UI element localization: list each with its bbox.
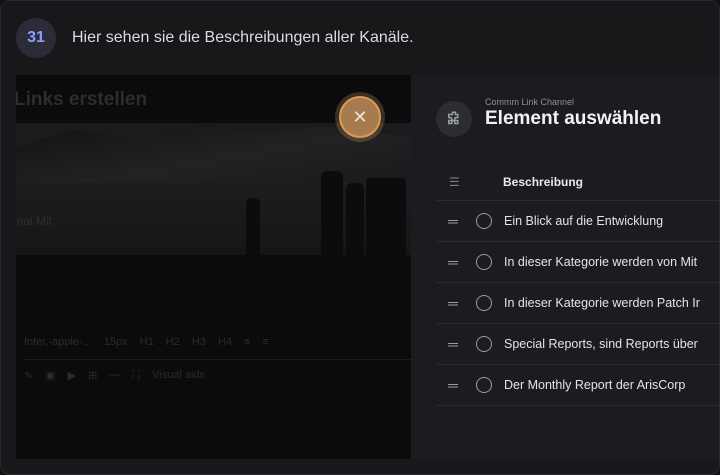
heading-2: H2 bbox=[165, 336, 180, 348]
panel-title: Element auswählen bbox=[485, 108, 662, 129]
select-element-panel: Commm Link Channel Element auswählen ☰ B… bbox=[411, 75, 719, 459]
heading-1: H1 bbox=[139, 336, 154, 348]
preview-image-figure bbox=[346, 183, 364, 255]
list-item-label: In dieser Kategorie werden Patch Ir bbox=[504, 296, 700, 310]
divider-icon: — bbox=[109, 369, 121, 381]
list-item[interactable]: ═ Der Monthly Report der ArisCorp bbox=[436, 365, 719, 406]
panel-supertitle: Commm Link Channel bbox=[485, 97, 575, 107]
preview-image bbox=[16, 123, 412, 255]
drag-handle-icon[interactable]: ═ bbox=[448, 213, 462, 229]
list-item-label: In dieser Kategorie werden von Mit bbox=[504, 255, 698, 269]
close-button[interactable]: ✕ bbox=[339, 96, 381, 138]
close-icon: ✕ bbox=[352, 106, 368, 127]
heading-3: H3 bbox=[191, 336, 206, 348]
align-center-icon: ≡ bbox=[262, 336, 269, 348]
expand-icon: ⛶ bbox=[132, 368, 141, 381]
list-item[interactable]: ═ Ein Blick auf die Entwicklung bbox=[436, 201, 719, 242]
list-item[interactable]: ═ Special Reports, sind Reports über bbox=[436, 324, 719, 365]
step-description: Hier sehen sie die Beschreibungen aller … bbox=[72, 29, 414, 46]
preview-image-figure bbox=[246, 198, 260, 255]
list-item-label: Der Monthly Report der ArisCorp bbox=[504, 378, 686, 392]
drag-handle-icon[interactable]: ═ bbox=[448, 295, 462, 311]
visual-aids-label: Visual aids bbox=[152, 369, 206, 381]
font-select: Inter,-apple-... bbox=[24, 336, 92, 348]
drag-handle-icon[interactable]: ═ bbox=[448, 336, 462, 352]
list-item-label: Special Reports, sind Reports über bbox=[504, 337, 698, 351]
preview-image-figure bbox=[321, 171, 343, 255]
radio-button[interactable] bbox=[476, 213, 492, 229]
video-icon: ▶ bbox=[67, 369, 77, 382]
sort-icon[interactable]: ☰ bbox=[449, 175, 463, 189]
image-icon: ▣ bbox=[45, 369, 56, 382]
drag-handle-icon[interactable]: ═ bbox=[448, 377, 462, 393]
column-header[interactable]: ☰ Beschreibung bbox=[436, 163, 719, 201]
dialog-frame: 31 Hier sehen sie die Beschreibungen all… bbox=[0, 0, 720, 475]
list-item[interactable]: ═ In dieser Kategorie werden Patch Ir bbox=[436, 283, 719, 324]
item-list: ═ Ein Blick auf die Entwicklung ═ In die… bbox=[436, 201, 719, 406]
radio-button[interactable] bbox=[476, 295, 492, 311]
radio-button[interactable] bbox=[476, 254, 492, 270]
preview-toolbar: Inter,-apple-... 15px H1 H2 H3 H4 ≡ ≡ bbox=[24, 331, 412, 353]
preview-subtitle: inal Mit bbox=[16, 214, 53, 228]
size-select: 15px bbox=[103, 336, 128, 348]
preview-title: Links erstellen bbox=[16, 89, 148, 110]
radio-button[interactable] bbox=[476, 336, 492, 352]
table-icon: ⊞ bbox=[88, 369, 98, 382]
align-left-icon: ≡ bbox=[243, 336, 251, 348]
list-item[interactable]: ═ In dieser Kategorie werden von Mit bbox=[436, 242, 719, 283]
pen-icon: ✎ bbox=[24, 369, 34, 382]
column-header-label: Beschreibung bbox=[503, 174, 584, 189]
radio-button[interactable] bbox=[476, 377, 492, 393]
heading-4: H4 bbox=[217, 336, 232, 348]
step-number-badge: 31 bbox=[16, 18, 56, 58]
list-item-label: Ein Blick auf die Entwicklung bbox=[504, 214, 664, 228]
puzzle-icon bbox=[436, 101, 472, 137]
preview-image-figure bbox=[366, 178, 406, 255]
preview-toolbar-secondary: ✎ ▣ ▶ ⊞ — ⛶ Visual aids bbox=[24, 359, 412, 386]
drag-handle-icon[interactable]: ═ bbox=[448, 254, 462, 270]
